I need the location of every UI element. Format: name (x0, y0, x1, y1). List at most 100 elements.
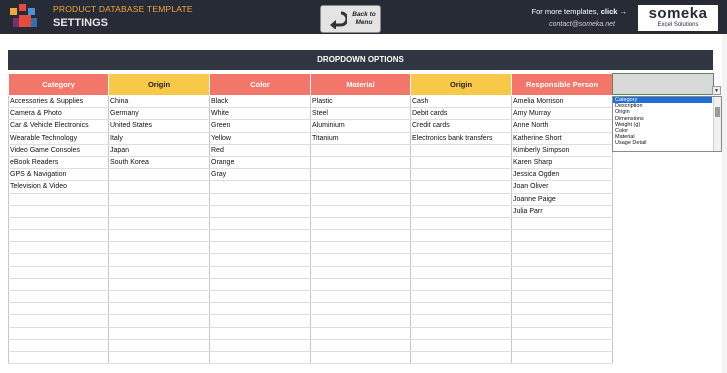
table-cell[interactable] (310, 205, 411, 218)
table-cell[interactable] (8, 351, 109, 365)
table-cell[interactable] (310, 327, 411, 340)
table-cell[interactable] (410, 351, 512, 365)
table-cell[interactable]: Plastic (310, 95, 411, 109)
table-cell[interactable] (209, 351, 311, 365)
table-cell[interactable] (511, 327, 613, 340)
table-cell[interactable] (410, 327, 512, 340)
table-cell[interactable] (410, 156, 512, 170)
table-cell[interactable]: White (209, 107, 311, 121)
column-header[interactable]: Origin (108, 73, 210, 96)
table-cell[interactable] (511, 302, 613, 316)
table-cell[interactable] (511, 290, 613, 304)
table-cell[interactable] (310, 278, 411, 292)
table-cell[interactable] (8, 290, 109, 304)
table-cell[interactable] (310, 339, 411, 352)
back-to-menu-button[interactable]: Back to Menu (320, 5, 381, 33)
table-cell[interactable] (410, 168, 512, 182)
table-cell[interactable] (8, 339, 109, 352)
table-cell[interactable] (511, 241, 613, 255)
table-cell[interactable] (310, 156, 411, 170)
table-cell[interactable] (410, 278, 512, 292)
table-cell[interactable] (310, 180, 411, 194)
table-cell[interactable] (108, 253, 210, 267)
table-cell[interactable]: Television & Video (8, 180, 109, 194)
table-cell[interactable] (8, 229, 109, 243)
table-cell[interactable] (209, 278, 311, 292)
table-cell[interactable] (410, 205, 512, 218)
table-cell[interactable]: Video Game Consoles (8, 144, 109, 157)
table-cell[interactable]: Gray (209, 168, 311, 182)
table-cell[interactable] (8, 205, 109, 218)
table-cell[interactable]: Titanium (310, 132, 411, 145)
table-cell[interactable] (511, 253, 613, 267)
table-cell[interactable]: GPS & Navigation (8, 168, 109, 182)
table-cell[interactable] (410, 339, 512, 352)
table-cell[interactable] (209, 314, 311, 328)
table-cell[interactable] (310, 168, 411, 182)
table-cell[interactable] (209, 217, 311, 231)
table-cell[interactable] (410, 180, 512, 194)
table-cell[interactable]: China (108, 95, 210, 109)
table-cell[interactable] (410, 302, 512, 316)
table-cell[interactable] (108, 241, 210, 255)
table-cell[interactable]: Germany (108, 107, 210, 121)
table-cell[interactable] (209, 302, 311, 316)
table-cell[interactable] (8, 253, 109, 267)
table-cell[interactable] (108, 266, 210, 279)
table-cell[interactable] (310, 217, 411, 231)
table-cell[interactable] (209, 290, 311, 304)
promo-link[interactable]: click → (601, 7, 627, 16)
table-cell[interactable] (310, 302, 411, 316)
table-cell[interactable]: Kimberly Simpson (511, 144, 613, 157)
table-cell[interactable] (108, 290, 210, 304)
table-cell[interactable]: Debit cards (410, 107, 512, 121)
table-cell[interactable] (108, 217, 210, 231)
table-cell[interactable]: Accessories & Supplies (8, 95, 109, 109)
column-header[interactable]: Responsible Person (511, 73, 613, 96)
table-cell[interactable]: Electronics bank transfers (410, 132, 512, 145)
table-cell[interactable] (209, 205, 311, 218)
contact-email[interactable]: contact@someka.net (549, 21, 615, 28)
brand-logo[interactable]: someka Excel Solutions (638, 5, 718, 31)
scrollbar-thumb[interactable] (715, 107, 720, 117)
column-header[interactable]: Origin (410, 73, 512, 96)
table-cell[interactable] (310, 314, 411, 328)
table-cell[interactable]: Anne North (511, 119, 613, 133)
table-cell[interactable]: Jessica Ogden (511, 168, 613, 182)
table-cell[interactable]: Amelia Morrison (511, 95, 613, 109)
table-cell[interactable] (209, 193, 311, 206)
table-cell[interactable] (310, 193, 411, 206)
table-cell[interactable] (310, 241, 411, 255)
table-cell[interactable] (511, 229, 613, 243)
table-cell[interactable]: Car & Vehicle Electronics (8, 119, 109, 133)
table-cell[interactable] (310, 144, 411, 157)
table-cell[interactable] (108, 339, 210, 352)
table-cell[interactable] (410, 193, 512, 206)
table-cell[interactable]: Orange (209, 156, 311, 170)
table-cell[interactable] (108, 302, 210, 316)
table-cell[interactable] (8, 314, 109, 328)
table-cell[interactable] (410, 229, 512, 243)
table-cell[interactable]: Green (209, 119, 311, 133)
table-cell[interactable] (8, 302, 109, 316)
table-cell[interactable] (511, 278, 613, 292)
table-cell[interactable] (209, 229, 311, 243)
dropdown-option[interactable]: Usage Detail (613, 140, 712, 146)
table-cell[interactable] (209, 266, 311, 279)
table-cell[interactable] (511, 314, 613, 328)
table-cell[interactable]: Wearable Technology (8, 132, 109, 145)
table-cell[interactable]: United States (108, 119, 210, 133)
table-cell[interactable] (209, 339, 311, 352)
table-cell[interactable]: Red (209, 144, 311, 157)
table-cell[interactable] (511, 266, 613, 279)
table-cell[interactable]: eBook Readers (8, 156, 109, 170)
table-cell[interactable] (8, 278, 109, 292)
table-cell[interactable]: Julia Parr (511, 205, 613, 218)
table-cell[interactable]: Amy Murray (511, 107, 613, 121)
table-cell[interactable]: Japan (108, 144, 210, 157)
table-cell[interactable] (511, 339, 613, 352)
column-header[interactable]: Color (209, 73, 311, 96)
table-cell[interactable] (108, 193, 210, 206)
table-cell[interactable] (8, 266, 109, 279)
dropdown-list[interactable]: Category Description Origin Dimensions Weigh… (612, 96, 722, 152)
